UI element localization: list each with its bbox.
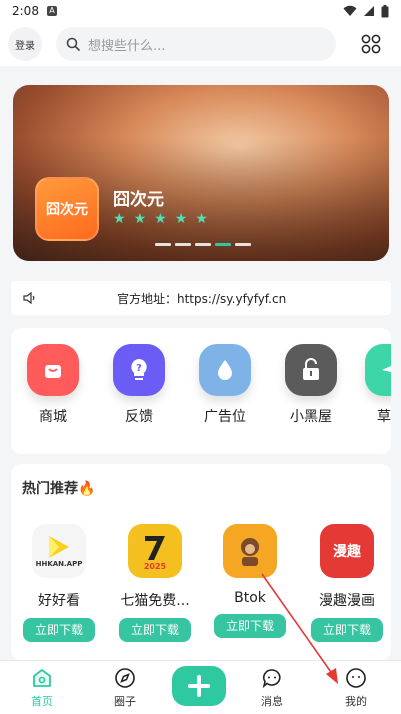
star-icon: ★: [133, 211, 147, 227]
top-bar: 登录 想搜些什么...: [0, 22, 401, 66]
grid-menu-button[interactable]: [357, 30, 385, 58]
carousel-dot[interactable]: [155, 243, 171, 246]
notification-badge: A: [46, 6, 57, 16]
notice-bar[interactable]: 官方地址：https://sy.yfyfyf.cn: [11, 281, 391, 315]
nav-messages[interactable]: 消息: [247, 667, 297, 709]
nav-label: 圈子: [114, 695, 136, 708]
star-icon: ★: [154, 211, 167, 227]
shortcut-draft[interactable]: 草稿: [361, 344, 391, 426]
nav-label: 首页: [31, 695, 53, 708]
svg-text:?: ?: [136, 363, 142, 374]
carousel-dot[interactable]: [235, 243, 251, 246]
shortcut-label: 小黑屋: [290, 409, 332, 425]
hot-recommend-section: 热门推荐🔥 HHKAN.APP 好好看 立即下载 2025 七猫免费... 立即…: [11, 464, 391, 660]
app-name: 漫趣漫画: [319, 593, 375, 609]
section-title: 热门推荐🔥: [22, 481, 96, 497]
shortcut-grid: 商城 ? 反馈 广告位 小黑屋 草稿: [11, 328, 391, 454]
shortcut-label: 商城: [39, 409, 67, 425]
app-logo-btok: [223, 524, 277, 578]
battery-icon: [381, 4, 389, 17]
shortcut-shop[interactable]: 商城: [23, 344, 83, 426]
download-button[interactable]: 立即下载: [214, 614, 286, 638]
app-logo-text: HHKAN.APP: [35, 560, 83, 568]
app-logo-haohaokan: HHKAN.APP: [32, 524, 86, 578]
carousel-dot-active[interactable]: [215, 243, 231, 246]
carousel-dot[interactable]: [175, 243, 191, 246]
unlock-icon: [285, 344, 337, 396]
app-logo-manqu: 漫趣: [320, 524, 374, 578]
question-bulb-icon: ?: [113, 344, 165, 396]
star-icon: ★: [195, 211, 208, 227]
search-placeholder: 想搜些什么...: [88, 38, 166, 54]
notice-text[interactable]: 官方地址：https://sy.yfyfyf.cn: [117, 290, 286, 307]
shortcut-label: 反馈: [125, 409, 153, 425]
app-logo-text: 2025: [143, 561, 167, 571]
shortcut-ad[interactable]: 广告位: [195, 344, 255, 426]
wifi-icon: [343, 5, 357, 16]
carousel-indicator: [155, 243, 251, 246]
home-icon: [17, 667, 67, 689]
download-button[interactable]: 立即下载: [311, 618, 383, 642]
drop-icon: [199, 344, 251, 396]
status-bar: 2:08 A: [0, 0, 401, 22]
nav-label: 消息: [261, 695, 283, 708]
download-button[interactable]: 立即下载: [23, 618, 95, 642]
speaker-icon: [23, 291, 35, 305]
rating-stars: ★ ★ ★ ★ ★: [113, 211, 208, 227]
star-icon: ★: [174, 211, 188, 227]
banner-app-icon[interactable]: 囧次元: [35, 177, 99, 241]
nav-circle[interactable]: 圈子: [100, 667, 150, 709]
shortcut-blackroom[interactable]: 小黑屋: [281, 344, 341, 426]
app-name: Btok: [234, 590, 266, 606]
search-input[interactable]: 想搜些什么...: [56, 27, 336, 61]
star-icon: ★: [113, 211, 126, 227]
banner-app-name: 囧次元: [113, 190, 164, 210]
grid-icon: [361, 34, 381, 54]
app-name: 好好看: [38, 593, 80, 609]
nav-mine[interactable]: 我的: [331, 667, 381, 709]
publish-button[interactable]: [172, 666, 226, 706]
login-button[interactable]: 登录: [8, 27, 42, 61]
download-button[interactable]: 立即下载: [119, 618, 191, 642]
face-icon: [331, 667, 381, 689]
app-name: 七猫免费...: [120, 593, 190, 609]
plus-icon: [188, 675, 210, 697]
signal-icon: [364, 6, 374, 16]
app-card[interactable]: Btok 立即下载: [205, 524, 295, 638]
banner-carousel[interactable]: 囧次元 囧次元 ★ ★ ★ ★ ★: [13, 85, 389, 261]
shortcut-label: 草稿: [377, 409, 391, 425]
status-icons: [343, 4, 389, 18]
shopping-bag-icon: [27, 344, 79, 396]
app-card[interactable]: 漫趣 漫趣漫画 立即下载: [302, 524, 391, 642]
compass-icon: [100, 667, 150, 689]
nav-home[interactable]: 首页: [17, 667, 67, 709]
nav-label: 我的: [345, 695, 367, 708]
shortcut-feedback[interactable]: ? 反馈: [109, 344, 169, 426]
app-logo-qimao: 2025: [128, 524, 182, 578]
app-card[interactable]: HHKAN.APP 好好看 立即下载: [14, 524, 104, 642]
status-time: 2:08: [12, 4, 39, 18]
chat-icon: [247, 667, 297, 689]
app-card[interactable]: 2025 七猫免费... 立即下载: [110, 524, 200, 642]
carousel-dot[interactable]: [195, 243, 211, 246]
paper-plane-icon: [365, 344, 391, 396]
search-icon: [66, 37, 80, 51]
shortcut-label: 广告位: [204, 409, 246, 425]
